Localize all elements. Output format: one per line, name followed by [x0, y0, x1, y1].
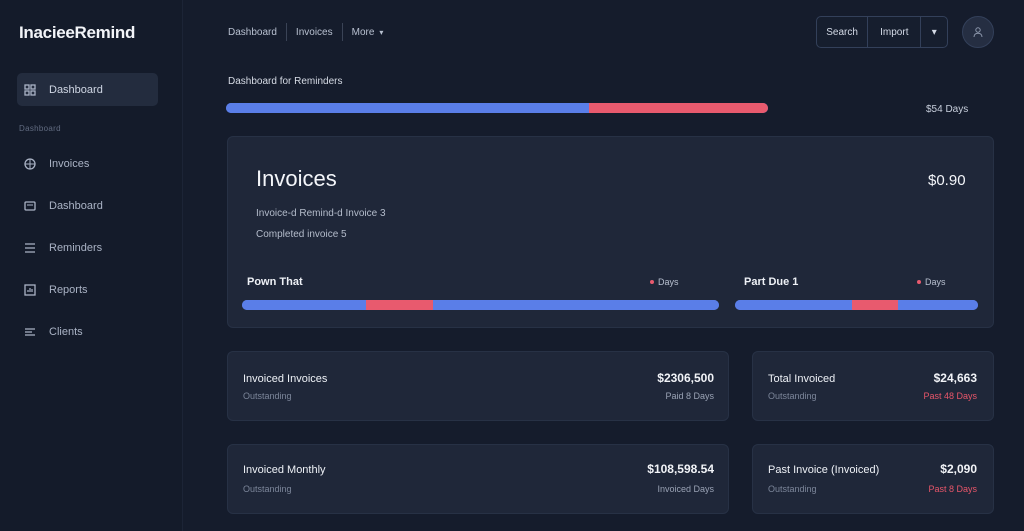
card-subtitle: Outstanding: [243, 484, 292, 494]
chevron-down-icon[interactable]: ▾: [921, 17, 947, 47]
card-title: Invoiced Monthly: [243, 464, 326, 476]
sub-left-progress-bar: [242, 300, 719, 310]
sub-left-days: Days: [650, 277, 679, 287]
progress-paid-segment: [226, 103, 590, 113]
list-icon: [23, 241, 37, 255]
card-icon: [23, 199, 37, 213]
progress-segment-1: [735, 300, 852, 310]
sidebar-item-dashboard[interactable]: Dashboard: [17, 73, 158, 106]
top-nav: Dashboard Invoices More ▾: [228, 23, 383, 41]
overview-title: Dashboard for Reminders: [228, 76, 343, 87]
sidebar-item-clients[interactable]: Clients: [17, 315, 158, 348]
progress-segment-1: [242, 300, 367, 310]
invoices-line-1: Invoice-d Remind-d Invoice 3: [256, 208, 386, 219]
sidebar-item-dashboard-2[interactable]: Dashboard: [17, 189, 158, 222]
card-amount: $24,663: [933, 371, 977, 385]
stat-card[interactable]: [752, 444, 994, 514]
card-amount: $2,090: [940, 462, 977, 476]
status-dot-icon: [650, 280, 654, 284]
chevron-down-icon[interactable]: ▾: [379, 28, 383, 37]
search-button[interactable]: Search: [817, 17, 869, 47]
card-days: Past 48 Days: [923, 391, 977, 401]
sidebar-item-reminders[interactable]: Reminders: [17, 231, 158, 264]
sidebar-section-label: Dashboard: [19, 124, 61, 133]
avatar[interactable]: [962, 16, 994, 48]
sidebar-item-label: Clients: [49, 325, 83, 338]
sidebar-item-label: Reminders: [49, 241, 103, 254]
topnav-item-dashboard[interactable]: Dashboard: [228, 27, 277, 38]
stat-card[interactable]: [752, 351, 994, 421]
card-title: Past Invoice (Invoiced): [768, 464, 880, 476]
topnav-item-invoices[interactable]: Invoices: [296, 27, 333, 38]
stat-card[interactable]: [227, 351, 729, 421]
chart-icon: [23, 283, 37, 297]
sidebar-item-label: Dashboard: [49, 199, 103, 212]
page-title: Invoices: [256, 166, 337, 191]
topnav-item-more[interactable]: More: [352, 27, 375, 38]
progress-segment-2: [851, 300, 898, 310]
sidebar-item-label: Invoices: [49, 157, 90, 170]
import-button[interactable]: Import: [868, 17, 922, 47]
card-title: Total Invoiced: [768, 373, 836, 385]
progress-segment-3: [432, 300, 719, 310]
stat-card[interactable]: [227, 444, 729, 514]
app-logo[interactable]: InacieeRemind: [19, 23, 135, 43]
card-amount: $108,598.54: [647, 462, 714, 476]
sub-right-days: Days: [917, 277, 946, 287]
card-days: Invoiced Days: [657, 484, 714, 494]
invoices-amount: $0.90: [928, 172, 966, 189]
status-dot-icon: [917, 280, 921, 284]
divider: [341, 23, 343, 41]
sidebar: InacieeRemind Dashboard Dashboard Invoic…: [0, 0, 183, 531]
sub-right-progress-bar: [735, 300, 978, 310]
sidebar-item-invoices[interactable]: Invoices: [17, 147, 158, 180]
toolbar-button-group: Search Import ▾: [816, 16, 948, 48]
card-subtitle: Outstanding: [768, 391, 817, 401]
divider: [285, 23, 287, 41]
card-title: Invoiced Invoices: [243, 373, 328, 385]
sub-right-days-label: Days: [925, 277, 946, 287]
card-days: Paid 8 Days: [665, 391, 714, 401]
card-days: Past 8 Days: [928, 484, 977, 494]
sub-right-title: Part Due 1: [744, 276, 799, 288]
overview-progress-bar: [226, 103, 768, 113]
sub-left-days-label: Days: [658, 277, 679, 287]
sidebar-item-label: Dashboard: [49, 83, 103, 96]
user-icon: [973, 27, 983, 38]
card-subtitle: Outstanding: [768, 484, 817, 494]
grid-icon: [23, 83, 37, 97]
invoices-line-2: Completed invoice 5: [256, 229, 347, 240]
card-amount: $2306,500: [657, 371, 714, 385]
overview-days-label: $54 Days: [926, 104, 969, 115]
progress-segment-2: [366, 300, 433, 310]
menu-icon: [23, 325, 37, 339]
progress-segment-3: [897, 300, 978, 310]
globe-icon: [23, 157, 37, 171]
sub-left-title: Pown That: [247, 276, 303, 288]
progress-overdue-segment: [589, 103, 768, 113]
card-subtitle: Outstanding: [243, 391, 292, 401]
sidebar-item-label: Reports: [49, 283, 88, 296]
sidebar-item-reports[interactable]: Reports: [17, 273, 158, 306]
